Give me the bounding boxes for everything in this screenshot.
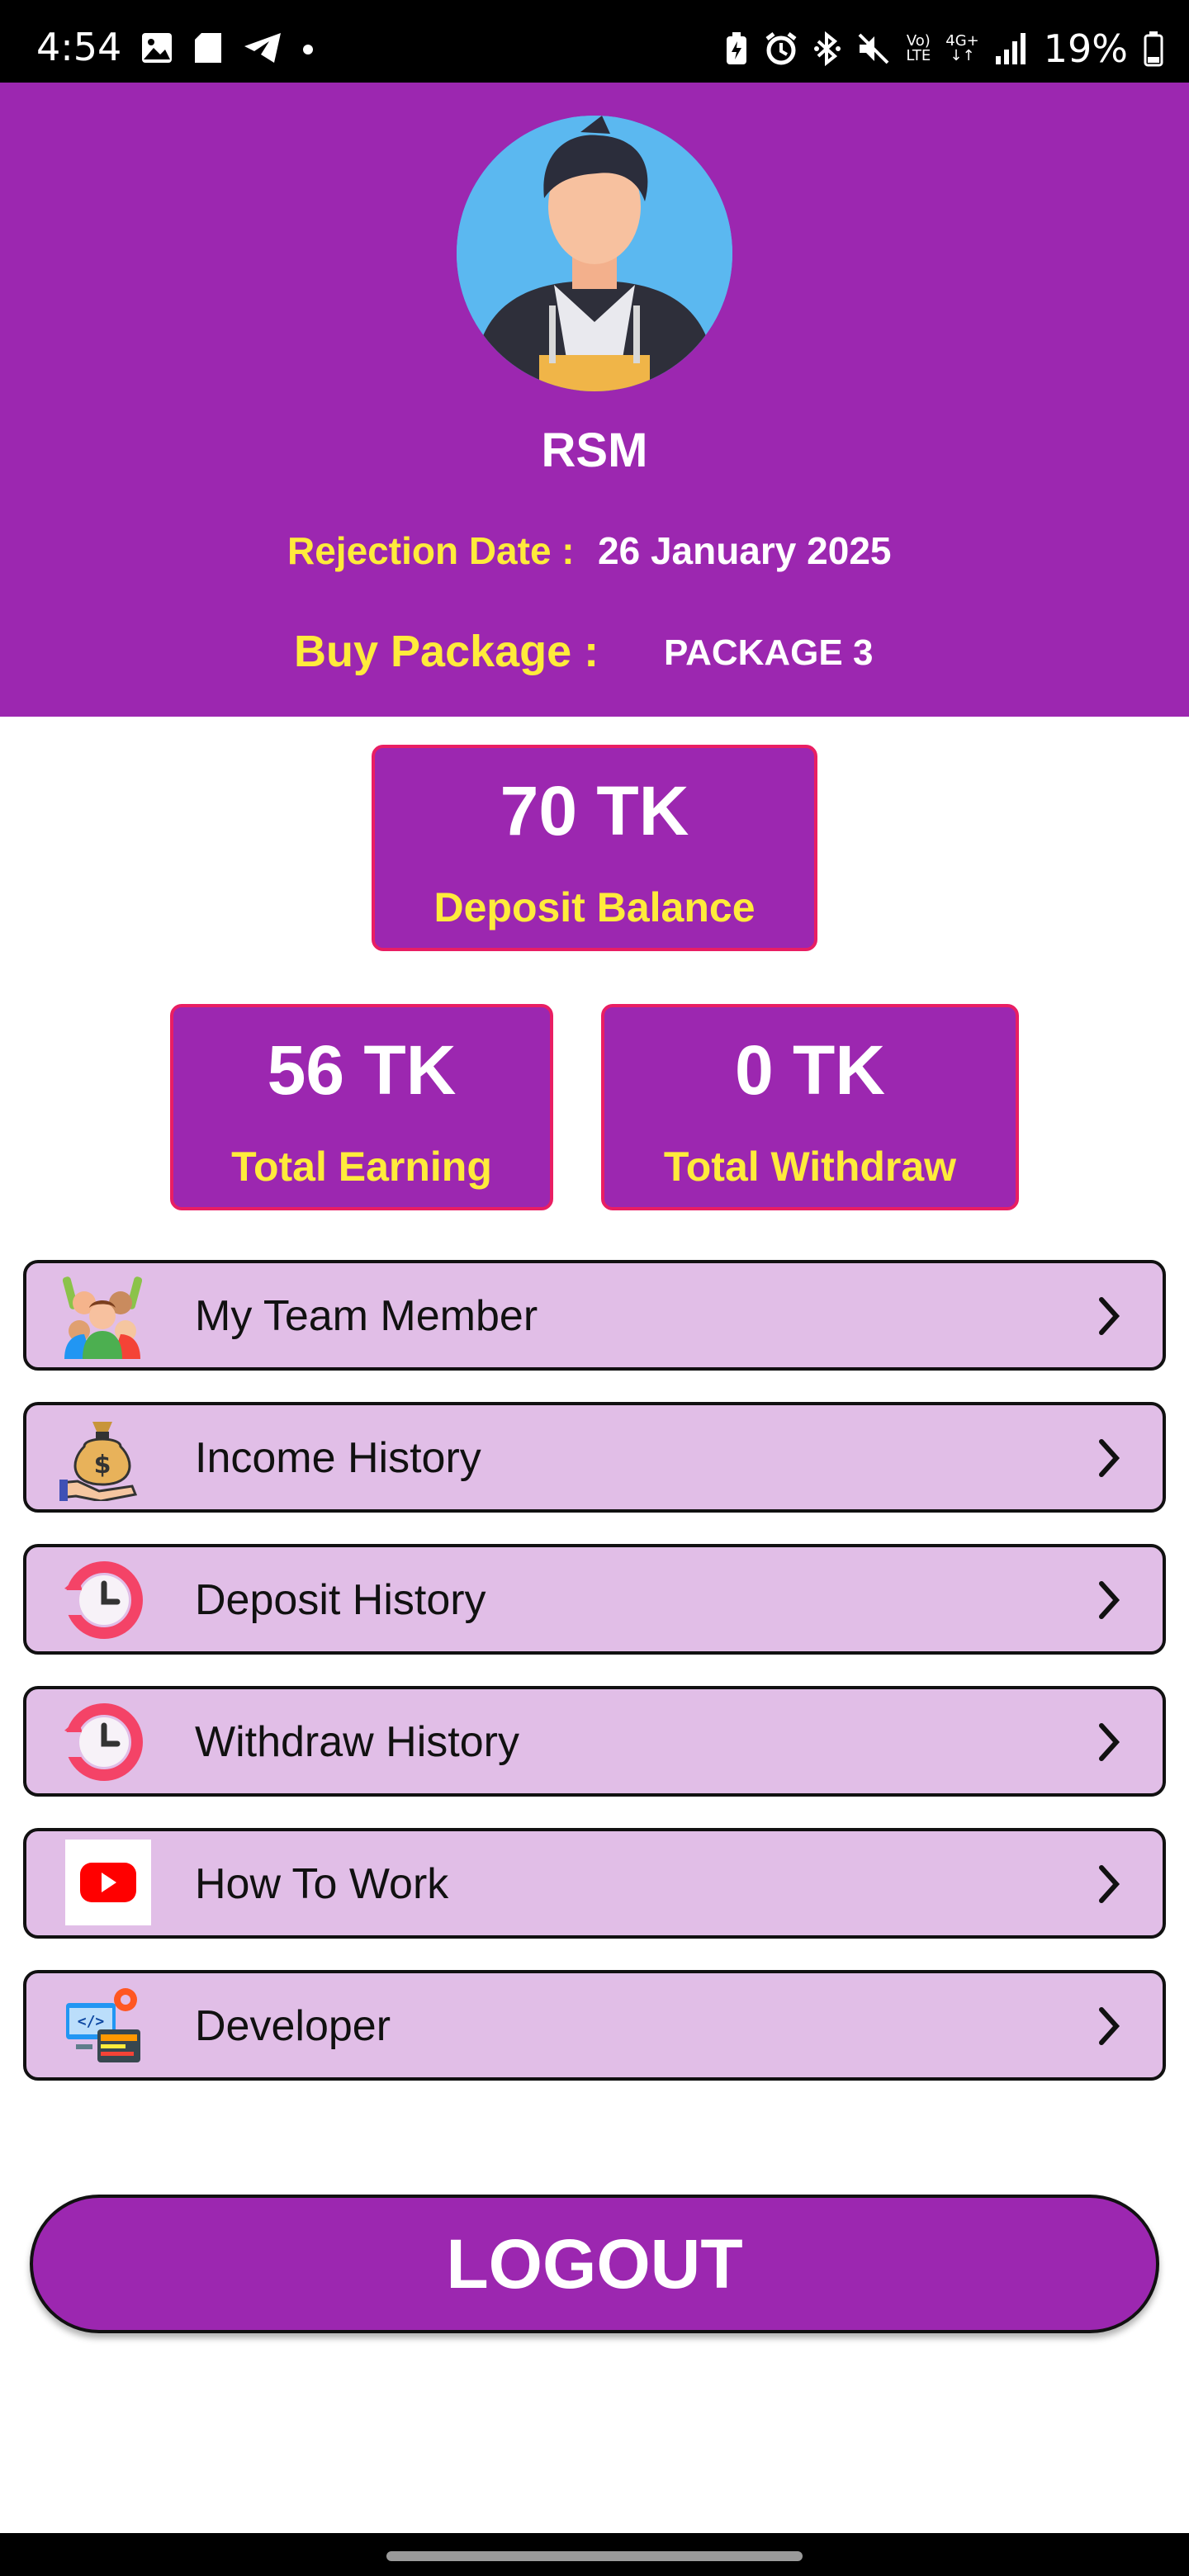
rejection-date-value: 26 January 2025	[598, 529, 892, 572]
package-label: Buy Package :	[294, 627, 599, 676]
alarm-icon	[765, 32, 797, 65]
total-earning-amount: 56 TK	[267, 1031, 457, 1109]
total-withdraw-card: 0 TK Total Withdraw	[601, 1004, 1019, 1210]
battery-saver-icon	[727, 32, 747, 64]
logout-button[interactable]: LOGOUT	[30, 2195, 1159, 2333]
deposit-balance-card: 70 TK Deposit Balance	[372, 745, 817, 951]
rejection-date-label: Rejection Date :	[287, 529, 575, 572]
chevron-right-icon	[1099, 1865, 1120, 1903]
developer-icon: </>	[66, 1988, 140, 2062]
home-gesture-handle[interactable]	[386, 2551, 803, 2561]
avatar[interactable]	[457, 116, 732, 391]
menu-item-how-to-work[interactable]: How To Work	[23, 1828, 1166, 1939]
telegram-icon	[244, 33, 281, 63]
total-withdraw-caption: Total Withdraw	[663, 1144, 957, 1190]
menu-item-income-history[interactable]: $ Income History	[23, 1402, 1166, 1513]
mute-icon	[858, 33, 889, 64]
team-icon	[62, 1276, 143, 1359]
chevron-right-icon	[1099, 2007, 1120, 2045]
battery-percent: 19%	[1043, 26, 1128, 71]
battery-icon	[1144, 31, 1163, 67]
chevron-right-icon	[1099, 1297, 1120, 1335]
rejection-date-row: Rejection Date : 26 January 2025	[0, 528, 1189, 578]
menu-item-label: Income History	[195, 1434, 481, 1482]
network-type-indicator: 4G+ ↓↑	[945, 32, 979, 64]
package-row: Buy Package : PACKAGE 3	[0, 626, 1189, 684]
status-right-icons: Vo) LTE 4G+ ↓↑ 19%	[724, 26, 1164, 71]
bluetooth-icon	[814, 31, 841, 66]
menu-item-withdraw-history[interactable]: Withdraw History	[23, 1686, 1166, 1797]
chevron-right-icon	[1099, 1723, 1120, 1761]
deposit-balance-amount: 70 TK	[500, 772, 689, 850]
deposit-balance-caption: Deposit Balance	[433, 884, 756, 930]
menu-item-label: Deposit History	[195, 1576, 486, 1624]
package-value: PACKAGE 3	[664, 632, 874, 673]
user-name: RSM	[541, 424, 648, 477]
status-left-icons	[140, 31, 314, 64]
menu-item-deposit-history[interactable]: Deposit History	[23, 1544, 1166, 1655]
chevron-right-icon	[1099, 1581, 1120, 1619]
profile-header: RSM Rejection Date : 26 January 2025 Buy…	[0, 83, 1189, 717]
total-withdraw-amount: 0 TK	[734, 1031, 886, 1109]
dot-icon	[303, 45, 313, 54]
status-time: 4:54	[36, 25, 122, 69]
signal-icon	[995, 33, 1026, 64]
svg-text:$: $	[94, 1451, 111, 1480]
menu-item-my-team-member[interactable]: My Team Member	[23, 1260, 1166, 1371]
status-bar: 4:54 Vo) LTE 4G+ ↓↑ 19%	[0, 0, 1189, 83]
menu-item-label: How To Work	[195, 1860, 449, 1908]
total-earning-card: 56 TK Total Earning	[170, 1004, 553, 1210]
menu-item-developer[interactable]: </> Developer	[23, 1970, 1166, 2081]
svg-text:</>: </>	[78, 2013, 105, 2030]
navigation-bar	[0, 2533, 1189, 2576]
menu-item-label: Developer	[195, 2002, 391, 2050]
total-earning-caption: Total Earning	[231, 1144, 492, 1190]
volte-indicator: Vo) LTE	[906, 32, 931, 64]
youtube-icon	[65, 1840, 151, 1925]
chevron-right-icon	[1099, 1439, 1120, 1477]
money-bag-icon: $	[59, 1422, 138, 1501]
history-clock-icon	[64, 1561, 143, 1639]
menu-item-label: Withdraw History	[195, 1718, 519, 1766]
history-clock-icon	[64, 1703, 143, 1781]
menu-item-label: My Team Member	[195, 1292, 538, 1340]
avatar-image	[457, 116, 732, 391]
image-icon	[142, 33, 172, 63]
sd-card-icon	[195, 33, 221, 63]
